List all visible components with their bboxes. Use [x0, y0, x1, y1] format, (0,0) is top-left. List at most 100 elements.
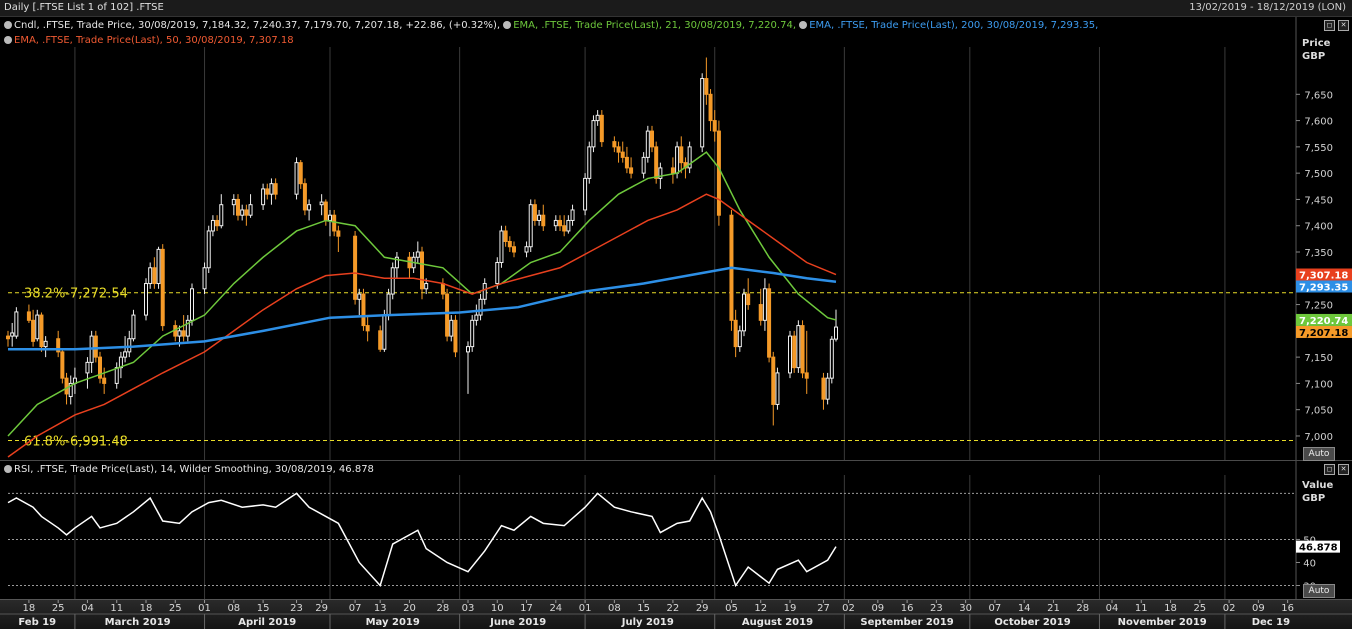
date-tick-label: 25	[169, 603, 182, 614]
candle-body	[248, 204, 253, 216]
candle-body	[599, 114, 604, 143]
legend-rsi-icon[interactable]	[4, 465, 12, 473]
candle-body	[716, 130, 721, 216]
legend-cndl: Cndl, .FTSE, Trade Price, 30/08/2019, 7,…	[14, 20, 501, 31]
candle-body	[219, 204, 224, 227]
date-tick-label: 28	[1076, 603, 1089, 614]
month-label: November 2019	[1118, 617, 1207, 628]
date-tick-label: 21	[1047, 603, 1060, 614]
date-tick-label: 02	[842, 603, 855, 614]
panel-close-icon[interactable]: ✕	[1338, 20, 1349, 31]
candle-body	[507, 240, 512, 248]
last-value-tag-label: 7,220.74	[1299, 316, 1348, 327]
candle-body	[796, 325, 801, 369]
legend-ema21-icon[interactable]	[503, 21, 512, 29]
fib-level-label: 38.2%-7,272.54	[24, 287, 128, 302]
candle-body	[152, 267, 157, 285]
candle-body	[215, 219, 220, 227]
date-tick-label: 25	[1193, 603, 1206, 614]
candle-body	[390, 267, 395, 295]
date-axis[interactable]: 18 25 04 11 18 25 01 08 15 23 29 07 13 20 28 03 10 17 24 01…	[0, 599, 1352, 629]
price-tick-label: 7,550	[1304, 143, 1333, 154]
legend-ema200-icon[interactable]	[799, 21, 808, 29]
candle-body	[562, 225, 567, 232]
candle-body	[704, 78, 709, 95]
rsi-close-icon[interactable]: ✕	[1338, 464, 1349, 475]
date-tick-label: 17	[520, 603, 533, 614]
candle-body	[767, 288, 772, 358]
candle-body	[123, 351, 128, 358]
date-tick-label: 12	[754, 603, 767, 614]
price-panel[interactable]: 7,6507,6007,5507,5007,4507,4007,3507,300…	[0, 17, 1352, 461]
candle-body	[737, 330, 742, 348]
candle-body	[332, 214, 337, 232]
candle-body	[503, 230, 508, 242]
date-tick-label: 08	[608, 603, 621, 614]
candle-body	[202, 267, 207, 290]
candle-body	[236, 198, 240, 216]
candle-body	[93, 335, 98, 358]
legend-cndl-icon[interactable]	[4, 21, 12, 29]
candle-body	[595, 114, 600, 122]
price-auto-button[interactable]: Auto	[1303, 447, 1335, 461]
candle-body	[386, 293, 391, 316]
candle-body	[788, 335, 792, 374]
candle-body	[700, 78, 705, 148]
candle-body	[532, 204, 537, 221]
date-tick-label: 11	[110, 603, 123, 614]
window-title-bar: Daily [.FTSE List 1 of 102] .FTSE 13/02/…	[0, 0, 1352, 17]
date-tick-label: 13	[374, 603, 387, 614]
date-tick-label: 18	[1164, 603, 1177, 614]
candle-body	[39, 314, 44, 348]
rsi-last-value-label: 46.878	[1299, 543, 1338, 554]
date-tick-label: 03	[462, 603, 475, 614]
candle-body	[361, 293, 366, 327]
candle-body	[746, 293, 751, 306]
rsi-panel[interactable]: 50403046.878 RSI, .FTSE, Trade Price(Las…	[0, 461, 1352, 599]
candle-body	[583, 177, 588, 211]
price-tick-label: 7,050	[1304, 406, 1333, 417]
candle-body	[144, 283, 148, 316]
date-tick-label: 28	[437, 603, 450, 614]
date-tick-label: 25	[52, 603, 65, 614]
date-tick-label: 18	[140, 603, 153, 614]
candle-body	[612, 141, 617, 148]
candle-body	[650, 130, 654, 148]
rsi-restore-icon[interactable]: ◻	[1324, 464, 1335, 475]
candle-body	[181, 330, 186, 337]
legend-ema50-icon[interactable]	[4, 36, 12, 44]
date-tick-label: 30	[959, 603, 972, 614]
price-legend: Cndl, .FTSE, Trade Price, 30/08/2019, 7,…	[4, 19, 1098, 33]
candle-body	[474, 314, 479, 321]
date-tick-label: 07	[349, 603, 362, 614]
month-label: July 2019	[621, 617, 674, 628]
candle-body	[328, 214, 332, 221]
candle-body	[190, 288, 194, 321]
candle-body	[440, 283, 445, 295]
month-label: June 2019	[489, 617, 546, 628]
candle-body	[114, 367, 119, 384]
rsi-axis-title: Value GBP	[1302, 479, 1333, 505]
legend-ema200: EMA, .FTSE, Trade Price(Last), 200, 30/0…	[809, 20, 1099, 31]
rsi-axis-title-line1: Value	[1302, 480, 1334, 491]
price-tick-label: 7,450	[1304, 195, 1333, 206]
candle-body	[415, 251, 420, 258]
month-label: Feb 19	[18, 617, 56, 628]
price-chart: 7,6507,6007,5507,5007,4507,4007,3507,300…	[6, 17, 1352, 460]
candle-body	[528, 204, 533, 248]
candle-body	[231, 198, 236, 206]
candle-body	[541, 214, 546, 227]
price-axis-title: Price GBP	[1302, 37, 1330, 63]
date-tick-label: 23	[290, 603, 303, 614]
panel-restore-icon[interactable]: ◻	[1324, 20, 1335, 31]
candle-body	[14, 311, 19, 337]
date-tick-label: 10	[491, 603, 504, 614]
candle-body	[273, 183, 278, 195]
rsi-tick-label: 40	[1303, 558, 1316, 569]
candle-body	[512, 246, 516, 253]
date-tick-label: 01	[198, 603, 211, 614]
candle-body	[800, 325, 805, 374]
candle-body	[708, 93, 713, 122]
rsi-auto-button[interactable]: Auto	[1303, 584, 1335, 598]
candle-body	[294, 162, 299, 195]
